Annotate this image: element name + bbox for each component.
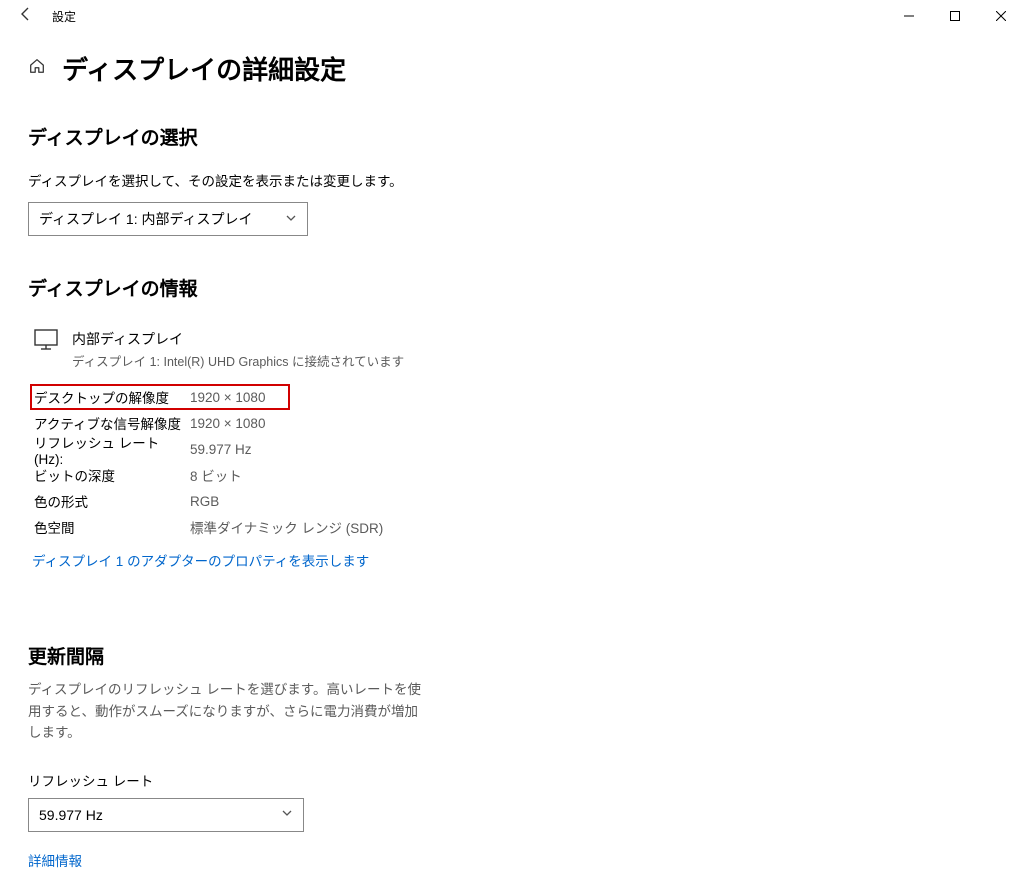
info-value: 1920 × 1080	[190, 416, 265, 431]
info-label: リフレッシュ レート (Hz):	[34, 432, 190, 467]
minimize-button[interactable]	[886, 0, 932, 32]
info-label: ビットの深度	[34, 465, 190, 485]
info-value: 59.977 Hz	[190, 442, 252, 457]
display-info-table: デスクトップの解像度 1920 × 1080 アクティブな信号解像度 1920 …	[30, 384, 996, 540]
display-name: 内部ディスプレイ	[72, 329, 404, 349]
page-title: ディスプレイの詳細設定	[62, 50, 346, 87]
refresh-rate-value: 59.977 Hz	[39, 807, 103, 823]
chevron-down-icon	[285, 212, 297, 227]
info-value: RGB	[190, 494, 219, 509]
page-header: ディスプレイの詳細設定	[28, 50, 996, 87]
table-row: ビットの深度 8 ビット	[30, 462, 996, 488]
back-button[interactable]	[8, 6, 44, 27]
window-controls	[886, 0, 1024, 32]
info-value: 8 ビット	[190, 465, 242, 485]
info-value: 1920 × 1080	[190, 390, 265, 405]
chevron-down-icon	[281, 807, 293, 822]
content-area: ディスプレイの詳細設定 ディスプレイの選択 ディスプレイを選択して、その設定を表…	[0, 32, 1024, 870]
display-info-header: 内部ディスプレイ ディスプレイ 1: Intel(R) UHD Graphics…	[34, 329, 996, 370]
select-display-heading: ディスプレイの選択	[28, 123, 996, 150]
display-select-dropdown[interactable]: ディスプレイ 1: 内部ディスプレイ	[28, 202, 308, 236]
info-value: 標準ダイナミック レンジ (SDR)	[190, 517, 383, 537]
close-button[interactable]	[978, 0, 1024, 32]
info-label: 色空間	[34, 517, 190, 537]
titlebar: 設定	[0, 0, 1024, 32]
table-row: 色の形式 RGB	[30, 488, 996, 514]
display-adapter-info: ディスプレイ 1: Intel(R) UHD Graphics に接続されていま…	[72, 351, 404, 370]
info-label: デスクトップの解像度	[34, 387, 190, 407]
refresh-desc: ディスプレイのリフレッシュ レートを選びます。高いレートを使用すると、動作がスム…	[28, 679, 428, 744]
select-display-desc: ディスプレイを選択して、その設定を表示または変更します。	[28, 170, 996, 190]
more-info-link[interactable]: 詳細情報	[28, 850, 82, 870]
info-label: 色の形式	[34, 491, 190, 511]
display-select-value: ディスプレイ 1: 内部ディスプレイ	[39, 209, 253, 229]
home-icon[interactable]	[28, 57, 46, 80]
monitor-icon	[34, 329, 58, 351]
table-row: 色空間 標準ダイナミック レンジ (SDR)	[30, 514, 996, 540]
maximize-button[interactable]	[932, 0, 978, 32]
adapter-properties-link[interactable]: ディスプレイ 1 のアダプターのプロパティを表示します	[32, 550, 369, 570]
table-row: リフレッシュ レート (Hz): 59.977 Hz	[30, 436, 996, 462]
display-info-heading: ディスプレイの情報	[28, 274, 996, 301]
table-row: デスクトップの解像度 1920 × 1080	[30, 384, 290, 410]
refresh-heading: 更新間隔	[28, 642, 996, 669]
window-title: 設定	[52, 8, 76, 25]
refresh-rate-label: リフレッシュ レート	[28, 770, 996, 790]
refresh-rate-dropdown[interactable]: 59.977 Hz	[28, 798, 304, 832]
info-label: アクティブな信号解像度	[34, 413, 190, 433]
